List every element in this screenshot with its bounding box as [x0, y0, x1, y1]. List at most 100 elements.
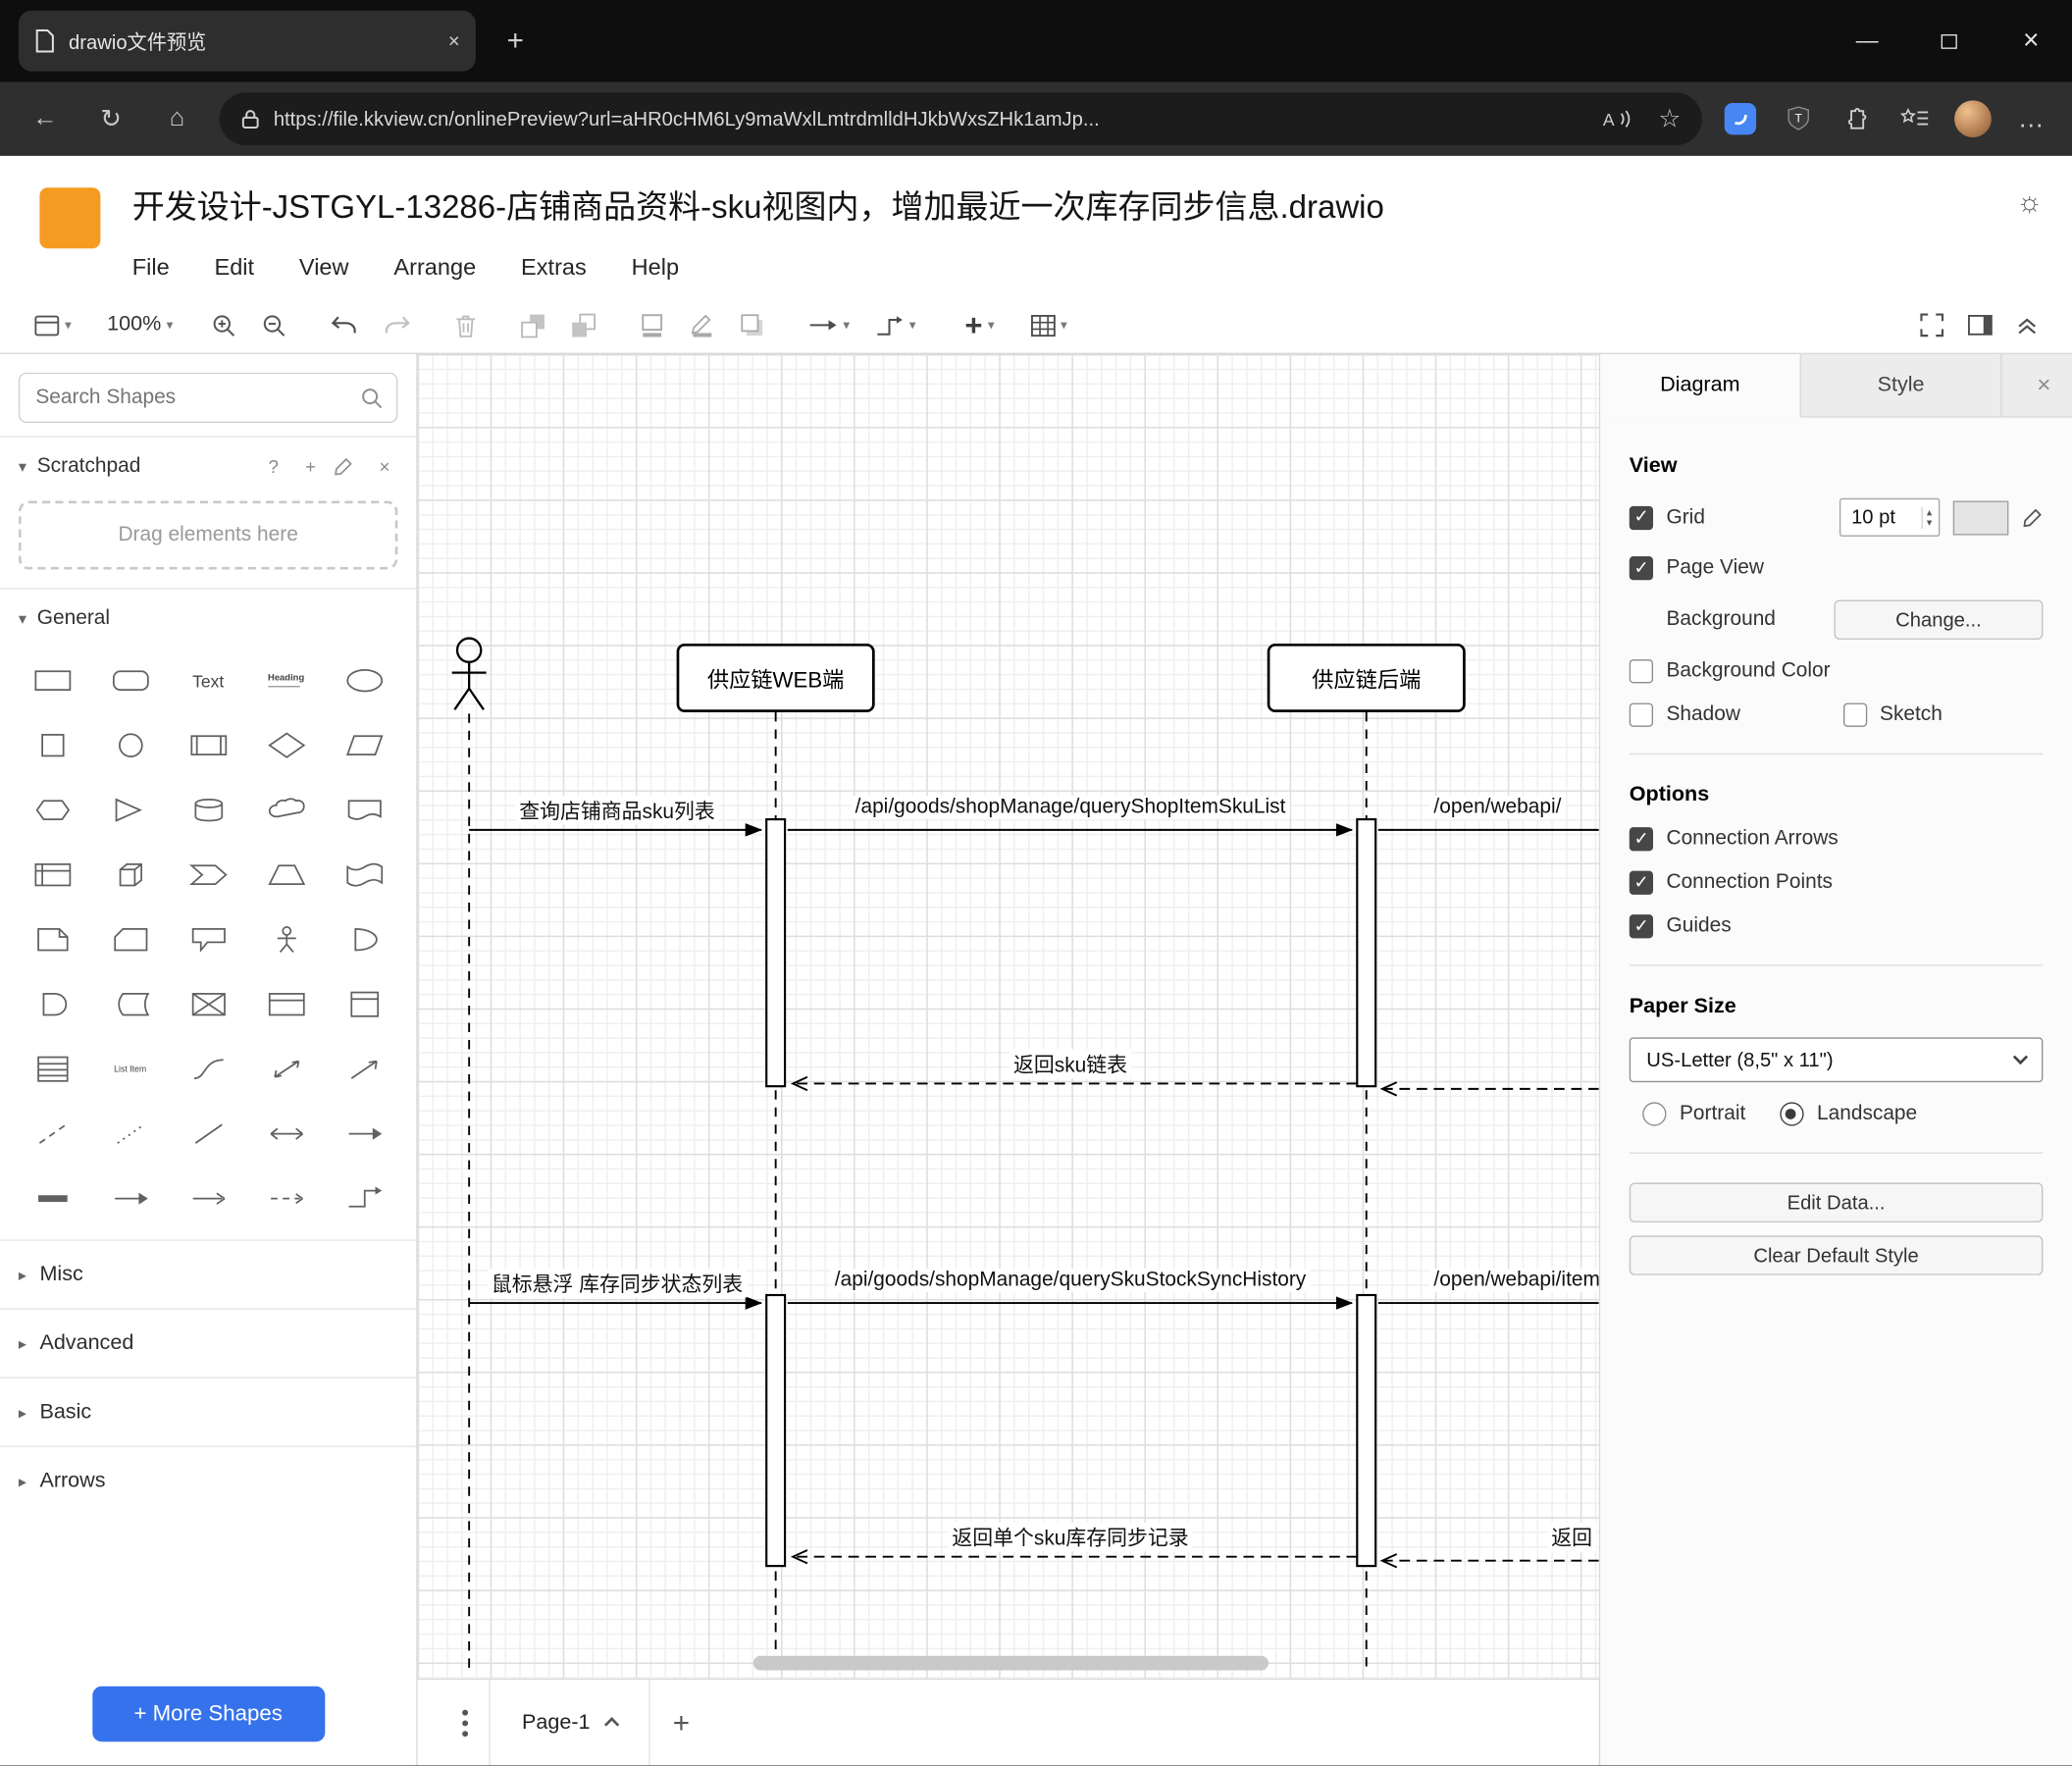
bookmark-star-icon[interactable]: ☆ — [1658, 104, 1681, 134]
shape-list[interactable] — [13, 1041, 90, 1097]
table-dropdown[interactable]: ▾ — [1030, 314, 1067, 337]
participant-backend[interactable]: 供应链后端 — [1267, 643, 1466, 713]
message-label[interactable]: /api/goods/shopManage/querySkuStockSyncH… — [830, 1269, 1311, 1293]
shape-heading[interactable]: Heading — [247, 652, 325, 708]
shape-document[interactable] — [325, 782, 402, 838]
clear-default-style-button[interactable]: Clear Default Style — [1629, 1235, 2044, 1275]
shape-dashed-line[interactable] — [13, 1106, 90, 1162]
activation-bar[interactable] — [765, 1293, 787, 1568]
shape-line[interactable] — [169, 1106, 246, 1162]
profile-avatar[interactable] — [1953, 99, 1993, 138]
shape-vertical-container[interactable] — [325, 976, 402, 1032]
shape-dashed-edge[interactable] — [247, 1170, 325, 1226]
shape-process[interactable] — [169, 717, 246, 773]
scratchpad-drop-area[interactable]: Drag elements here — [18, 500, 398, 570]
menu-item[interactable]: Help — [632, 254, 679, 282]
shape-link[interactable] — [13, 1170, 90, 1226]
grid-size-input[interactable]: 10 pt ▴ ▾ — [1839, 497, 1941, 537]
message-label[interactable]: /open/webapi/item — [1429, 1269, 1599, 1293]
extensions-puzzle-icon[interactable] — [1837, 99, 1876, 138]
fullscreen-button[interactable] — [1920, 313, 1944, 338]
home-button[interactable]: ⌂ — [153, 95, 200, 142]
shape-diamond[interactable] — [247, 717, 325, 773]
theme-toggle-icon[interactable]: ☼ — [2016, 185, 2043, 220]
menu-item[interactable]: Extras — [521, 254, 587, 282]
participant-web[interactable]: 供应链WEB端 — [676, 643, 875, 713]
diagram-canvas[interactable]: 供应链WEB端 供应链后端 查询店铺商品sku列表 /api/goods/sho… — [417, 353, 1599, 1679]
shape-section-header[interactable]: ▸ Misc — [0, 1239, 417, 1308]
shape-section-header[interactable]: ▸ Basic — [0, 1376, 417, 1446]
shape-bidirectional-connector[interactable] — [247, 1106, 325, 1162]
message-label[interactable]: 返回 — [1547, 1522, 1597, 1552]
shape-hexagon[interactable] — [13, 782, 90, 838]
shape-rounded-rectangle[interactable] — [91, 652, 169, 708]
collections-icon[interactable] — [1721, 99, 1760, 138]
shape-list-item[interactable]: List Item — [91, 1041, 169, 1097]
refresh-button[interactable]: ↻ — [87, 95, 134, 142]
browser-menu-icon[interactable]: … — [2011, 99, 2050, 138]
scratchpad-add-icon[interactable]: + — [297, 456, 324, 478]
add-page-button[interactable]: + — [649, 1705, 713, 1740]
address-bar[interactable]: https://file.kkview.cn/onlinePreview?url… — [219, 92, 1702, 146]
menu-item[interactable]: View — [299, 254, 349, 282]
stepper-down-icon[interactable]: ▾ — [1927, 517, 1932, 528]
shape-circle[interactable] — [91, 717, 169, 773]
option-checkbox[interactable] — [1629, 914, 1654, 939]
message-label[interactable]: 返回单个sku库存同步记录 — [948, 1522, 1193, 1552]
shield-extension-icon[interactable]: T — [1779, 99, 1818, 138]
collapse-toolbar-button[interactable] — [2016, 315, 2038, 337]
redo-button[interactable] — [384, 314, 411, 337]
minimize-button[interactable]: — — [1826, 0, 1908, 82]
shape-card[interactable] — [91, 911, 169, 967]
waypoint-style-dropdown[interactable]: ▾ — [875, 314, 915, 337]
shape-curve[interactable] — [169, 1041, 246, 1097]
maximize-button[interactable] — [1908, 0, 1991, 82]
shape-triangle[interactable] — [91, 782, 169, 838]
message-label[interactable]: 鼠标悬浮 库存同步状态列表 — [487, 1269, 748, 1298]
undo-button[interactable] — [331, 314, 358, 337]
view-dropdown[interactable]: ▾ — [34, 314, 72, 337]
portrait-radio[interactable] — [1642, 1102, 1667, 1126]
menu-item[interactable]: Edit — [214, 254, 254, 282]
page-view-checkbox[interactable] — [1629, 556, 1654, 581]
fill-color-button[interactable] — [640, 313, 665, 338]
shape-square[interactable] — [13, 717, 90, 773]
line-color-button[interactable] — [690, 313, 715, 338]
shadow-checkbox[interactable] — [1629, 702, 1654, 727]
message-label[interactable]: /api/goods/shopManage/queryShopItemSkuLi… — [851, 795, 1290, 820]
delete-button[interactable] — [454, 313, 477, 338]
shape-or[interactable] — [325, 911, 402, 967]
scratchpad-edit-icon[interactable] — [335, 457, 361, 476]
shape-arrow-right[interactable] — [91, 1170, 169, 1226]
shape-parallelogram[interactable] — [325, 717, 402, 773]
close-button[interactable]: × — [1990, 0, 2072, 82]
shape-rectangle[interactable] — [13, 652, 90, 708]
shape-trapezoid[interactable] — [247, 847, 325, 903]
activation-bar[interactable] — [1356, 818, 1377, 1088]
shape-simple-arrow[interactable] — [169, 1170, 246, 1226]
shape-data-storage[interactable] — [91, 976, 169, 1032]
shape-switch[interactable] — [169, 976, 246, 1032]
shape-bidirectional-arrow[interactable] — [247, 1041, 325, 1097]
shape-cube[interactable] — [91, 847, 169, 903]
insert-dropdown[interactable]: + ▾ — [964, 309, 994, 340]
tab-close-icon[interactable]: × — [448, 29, 460, 52]
shape-search[interactable] — [18, 372, 398, 424]
format-panel-toggle-button[interactable] — [1967, 314, 1994, 337]
shape-arrow[interactable] — [325, 1041, 402, 1097]
grid-color-swatch[interactable] — [1952, 499, 2009, 535]
sketch-checkbox[interactable] — [1842, 702, 1867, 727]
option-checkbox[interactable] — [1629, 827, 1654, 852]
scratchpad-help-icon[interactable]: ? — [260, 456, 286, 478]
format-panel-close-icon[interactable]: × — [2016, 354, 2072, 416]
scratchpad-close-icon[interactable]: × — [371, 456, 397, 478]
message-label[interactable]: 返回sku链表 — [1009, 1049, 1132, 1079]
shadow-button[interactable] — [740, 313, 765, 338]
more-shapes-button[interactable]: + More Shapes — [91, 1686, 325, 1742]
shape-step[interactable] — [169, 847, 246, 903]
browser-tab[interactable]: drawio文件预览 × — [18, 10, 476, 72]
change-background-button[interactable]: Change... — [1834, 599, 2044, 640]
shape-section-header[interactable]: ▸ Arrows — [0, 1445, 417, 1515]
shape-ellipse[interactable] — [325, 652, 402, 708]
to-back-button[interactable] — [571, 313, 596, 338]
